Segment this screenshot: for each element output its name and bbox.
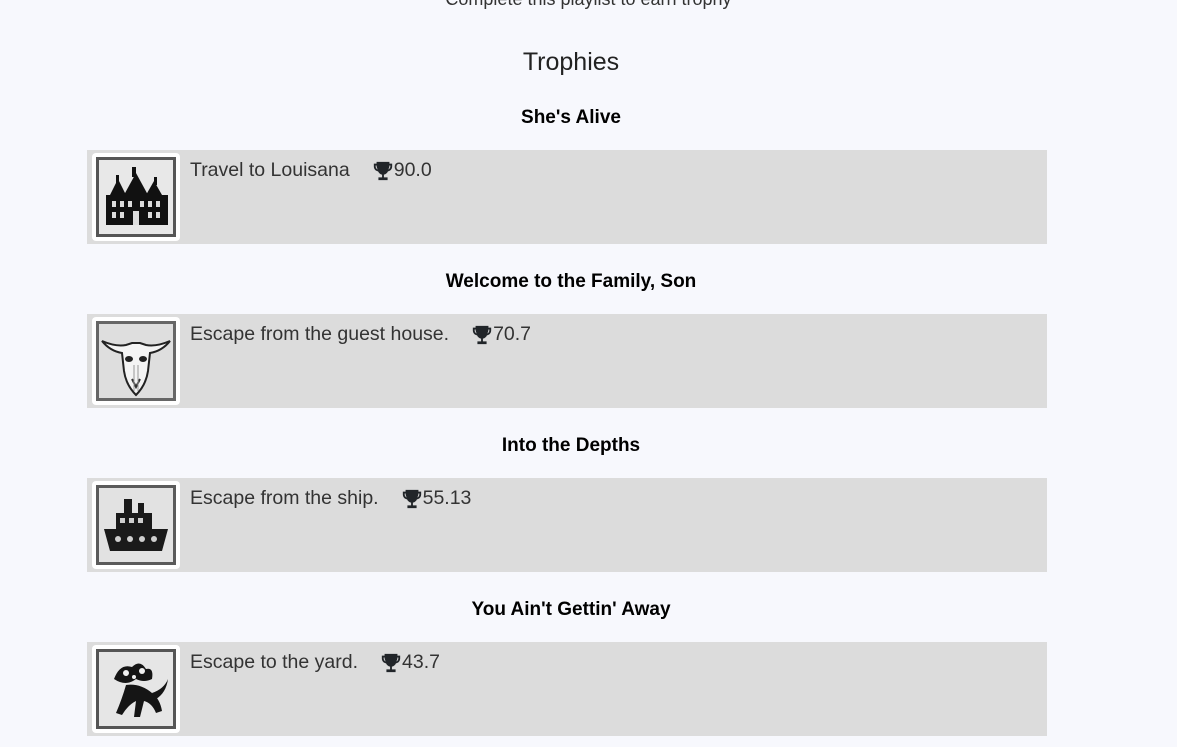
trophy-score: 55.13 [422, 487, 472, 509]
ship-icon [96, 485, 176, 565]
trophy-detail: Escape from the ship. 55.13 [190, 487, 471, 510]
trophy-icon [401, 488, 423, 510]
trophy-name: She's Alive [521, 107, 621, 128]
trophy-card: Escape from the guest house. 70.7 [87, 314, 1047, 408]
trophy-description: Escape to the yard. [190, 651, 359, 673]
trophy-thumbnail [92, 481, 180, 569]
trophy-thumbnail [92, 645, 180, 733]
trophy-name: Welcome to the Family, Son [445, 271, 697, 292]
trophy-score: 70.7 [493, 323, 532, 345]
trophy-name: You Ain't Gettin' Away [471, 599, 671, 620]
bull-skull-icon [96, 321, 176, 401]
trophy-icon [380, 652, 402, 674]
trophy-description: Escape from the guest house. [190, 323, 450, 345]
mansion-icon [96, 157, 176, 237]
trophy-detail: Escape to the yard. 43.7 [190, 651, 440, 674]
trophy-thumbnail [92, 153, 180, 241]
clipped-header-text: Complete this playlist to earn trophy [0, 0, 1177, 10]
trophy-detail: Escape from the guest house. 70.7 [190, 323, 531, 346]
trophy-name: Into the Depths [501, 435, 641, 456]
trophies-page: Complete this playlist to earn trophy Tr… [0, 0, 1177, 747]
trophy-icon [471, 324, 493, 346]
trophy-card: Escape to the yard. 43.7 [87, 642, 1047, 736]
section-title: Trophies [522, 48, 620, 76]
trophy-thumbnail [92, 317, 180, 405]
creature-icon [96, 649, 176, 729]
trophy-card: Escape from the ship. 55.13 [87, 478, 1047, 572]
trophy-detail: Travel to Louisana 90.0 [190, 159, 432, 182]
trophy-description: Travel to Louisana [190, 159, 350, 181]
trophy-card: Travel to Louisana 90.0 [87, 150, 1047, 244]
trophy-score: 90.0 [393, 159, 432, 181]
trophy-icon [372, 160, 394, 182]
trophy-score: 43.7 [402, 651, 440, 673]
trophy-description: Escape from the ship. [190, 487, 379, 509]
